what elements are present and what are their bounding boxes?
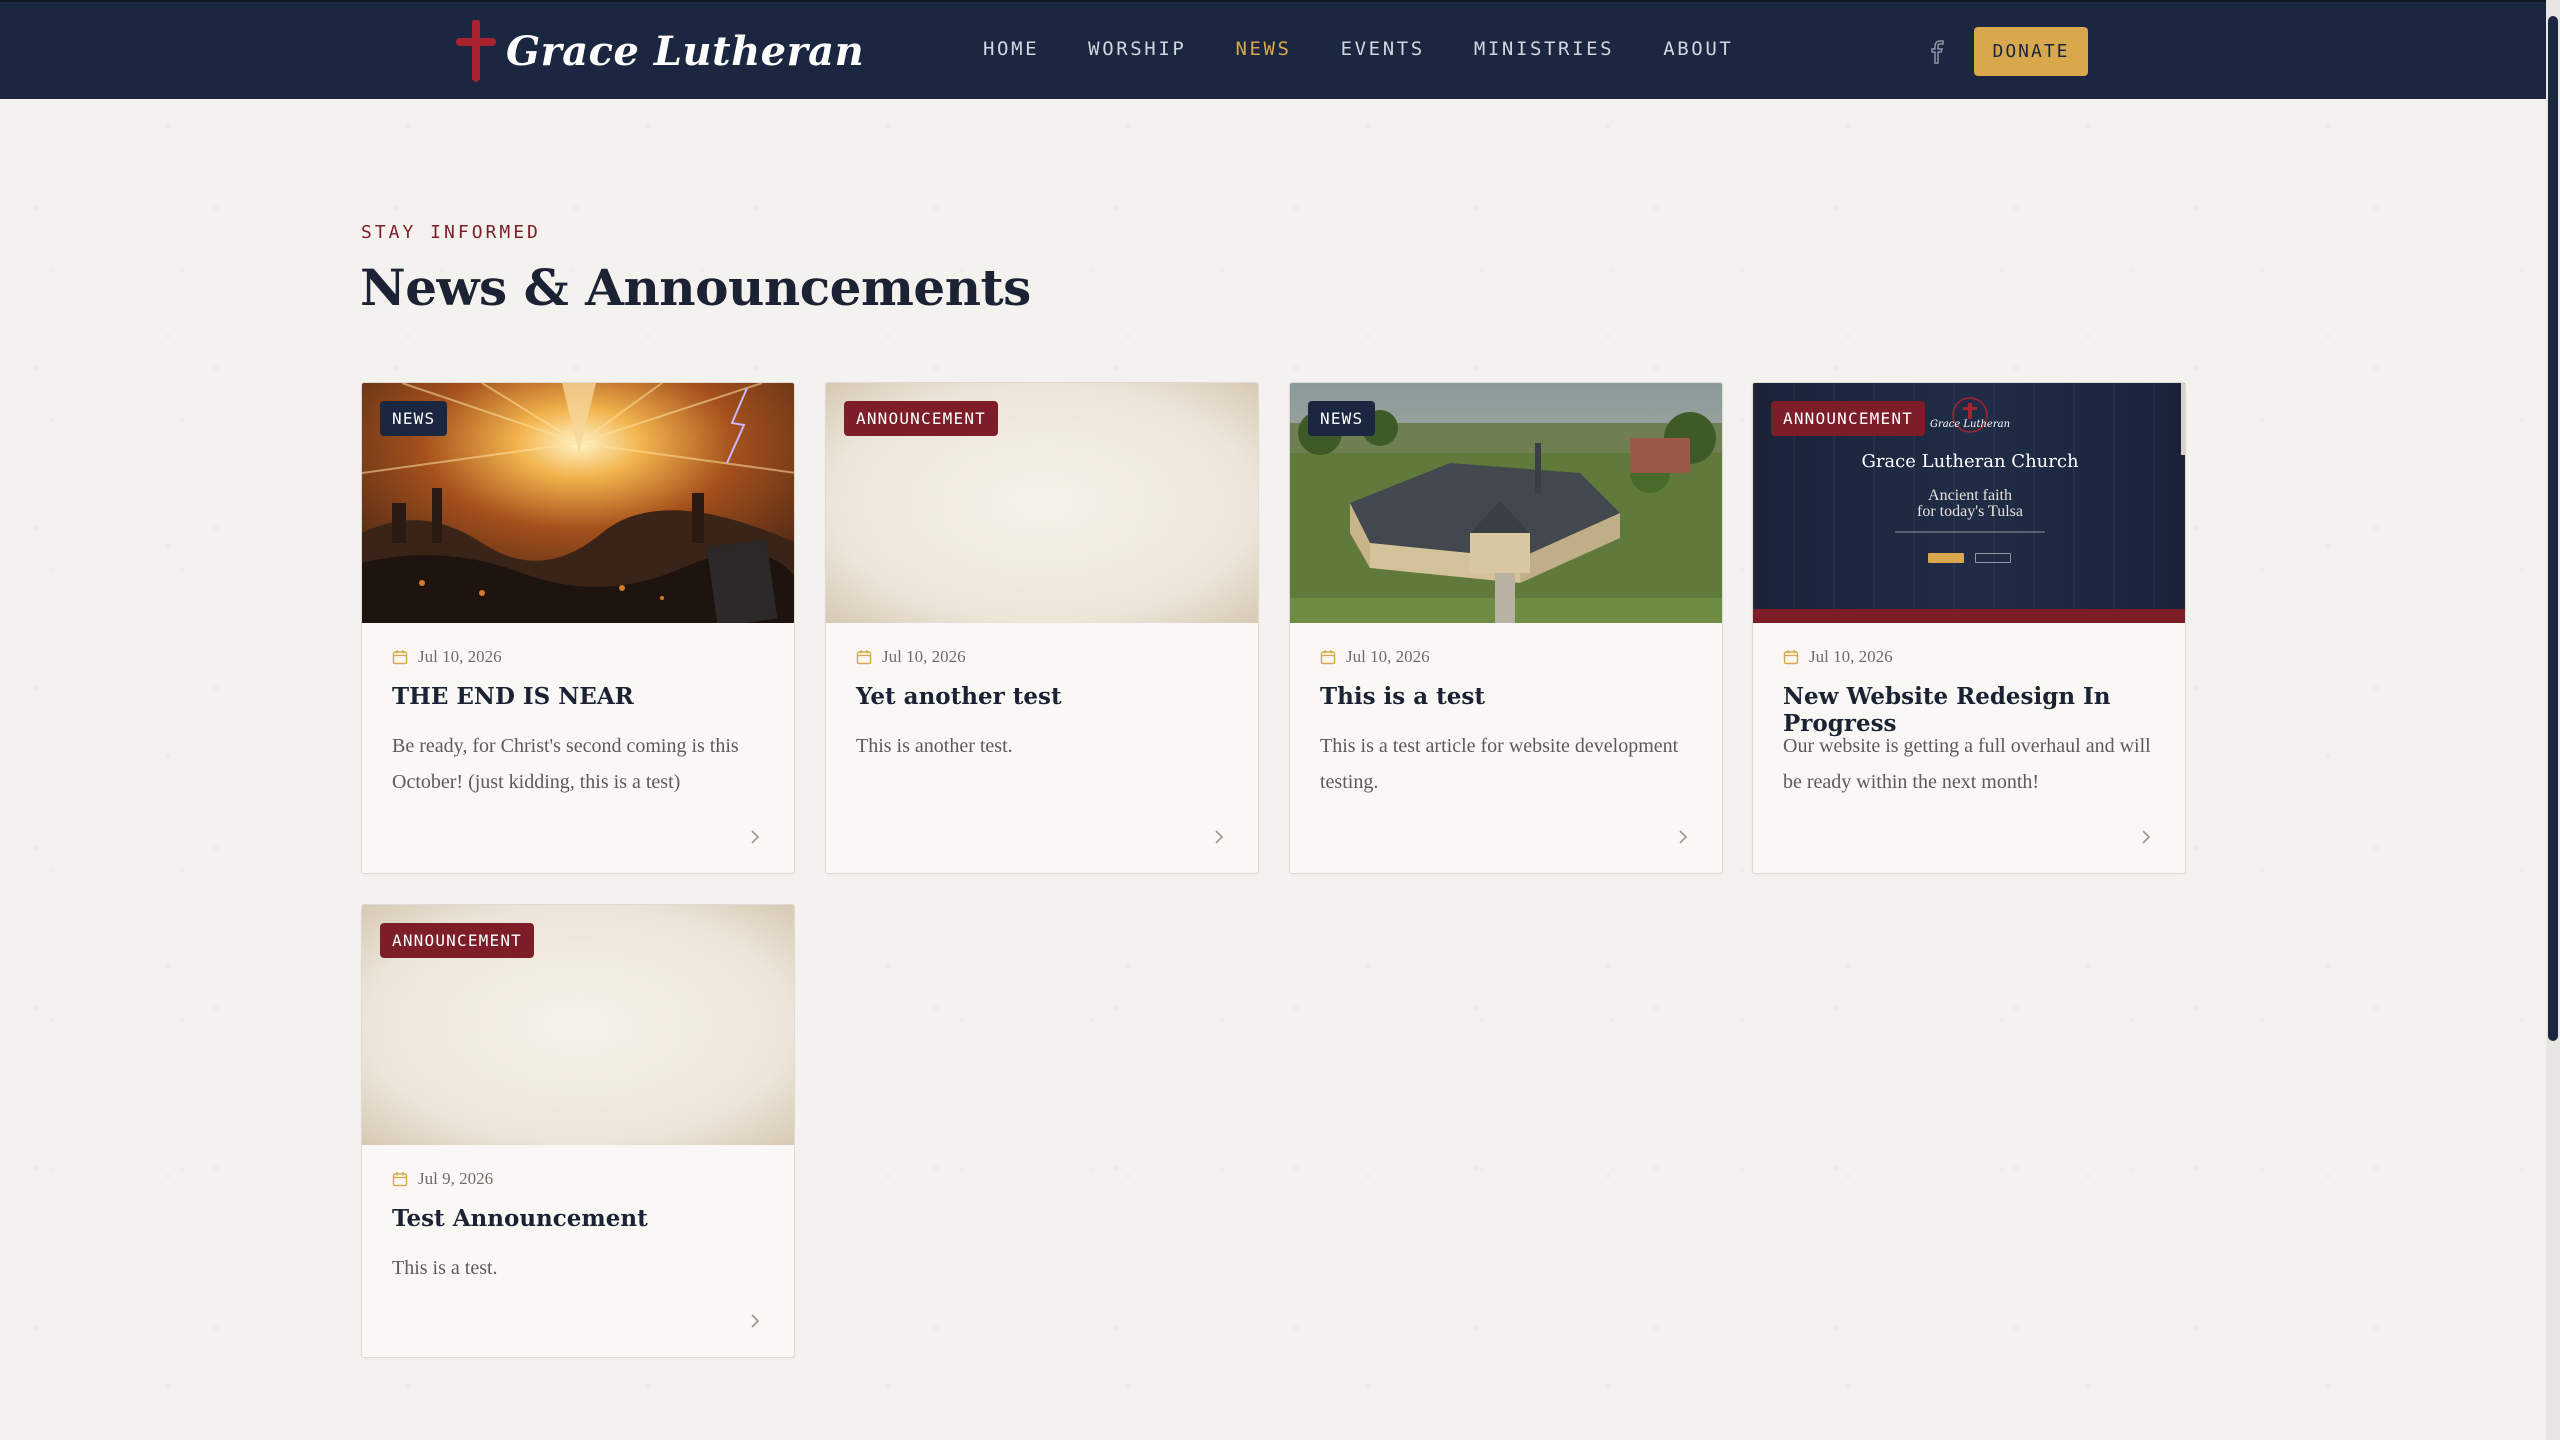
card-title[interactable]: THE END IS NEAR (392, 683, 772, 710)
donate-button[interactable]: DONATE (1974, 27, 2088, 76)
card-title[interactable]: Yet another test (856, 683, 1236, 710)
calendar-icon (392, 650, 408, 665)
card-excerpt: Be ready, for Christ's second coming is … (392, 735, 739, 793)
card-date-text: Jul 10, 2026 (882, 647, 966, 666)
main-nav: HOME WORSHIP NEWS EVENTS MINISTRIES ABOU… (983, 38, 1782, 60)
card-excerpt: This is another test. (856, 735, 1013, 757)
card-date: Jul 10, 2026 (1783, 647, 1893, 667)
chevron-right-icon[interactable] (748, 827, 762, 847)
cross-icon (456, 20, 496, 82)
card-title[interactable]: Test Announcement (392, 1205, 772, 1232)
card-tag-badge: NEWS (1308, 401, 1376, 436)
calendar-icon (392, 1172, 408, 1187)
facebook-icon[interactable] (1928, 40, 1948, 64)
nav-home[interactable]: HOME (983, 38, 1039, 60)
section-eyebrow: STAY INFORMED (361, 222, 541, 243)
news-card[interactable]: NEWS Jul 10, 2026 THE END IS NEAR Be rea… (361, 382, 795, 874)
calendar-icon (1783, 650, 1799, 665)
nav-ministries[interactable]: MINISTRIES (1474, 38, 1614, 60)
card-date: Jul 10, 2026 (856, 647, 966, 667)
top-navbar: Grace Lutheran HOME WORSHIP NEWS EVENTS … (0, 0, 2546, 99)
nav-about[interactable]: ABOUT (1663, 38, 1733, 60)
card-tag-badge: ANNOUNCEMENT (1771, 401, 1925, 436)
chevron-right-icon[interactable] (748, 1311, 762, 1331)
nav-events[interactable]: EVENTS (1341, 38, 1425, 60)
site-logo[interactable]: Grace Lutheran (456, 16, 864, 86)
page-title: News & Announcements (360, 258, 1031, 317)
chevron-right-icon[interactable] (1212, 827, 1226, 847)
card-date-text: Jul 10, 2026 (1809, 647, 1893, 666)
screenshot-tagline-2: for today's Tulsa (1916, 503, 2023, 520)
nav-news[interactable]: NEWS (1235, 38, 1291, 60)
nav-worship[interactable]: WORSHIP (1088, 38, 1186, 60)
card-excerpt: Our website is getting a full overhaul a… (1783, 735, 2151, 793)
chevron-right-icon[interactable] (1676, 827, 1690, 847)
calendar-icon (1320, 650, 1336, 665)
card-date-text: Jul 10, 2026 (1346, 647, 1430, 666)
card-tag-badge: ANNOUNCEMENT (844, 401, 998, 436)
card-tag-badge: NEWS (380, 401, 448, 436)
card-excerpt: This is a test article for website devel… (1320, 735, 1679, 793)
scrollbar[interactable] (2546, 0, 2560, 1440)
news-card[interactable]: NEWS Jul 10, 2026 This is a test This is… (1289, 382, 1723, 874)
scrollbar-thumb[interactable] (2548, 16, 2558, 1041)
news-card[interactable]: ANNOUNCEMENT Jul 9, 2026 Test Announceme… (361, 904, 795, 1358)
card-excerpt: This is a test. (392, 1257, 498, 1279)
card-date-text: Jul 9, 2026 (418, 1169, 494, 1188)
card-date-text: Jul 10, 2026 (418, 647, 502, 666)
card-date: Jul 10, 2026 (1320, 647, 1430, 667)
calendar-icon (856, 650, 872, 665)
screenshot-heading: Grace Lutheran Church (1861, 451, 2079, 472)
card-tag-badge: ANNOUNCEMENT (380, 923, 534, 958)
card-title[interactable]: This is a test (1320, 683, 1700, 710)
news-card[interactable]: Grace Lutheran Grace Lutheran Church Anc… (1752, 382, 2186, 874)
brand-name: Grace Lutheran (506, 27, 865, 75)
card-date: Jul 9, 2026 (392, 1169, 493, 1189)
chevron-right-icon[interactable] (2139, 827, 2153, 847)
card-date: Jul 10, 2026 (392, 647, 502, 667)
news-card[interactable]: ANNOUNCEMENT Jul 10, 2026 Yet another te… (825, 382, 1259, 874)
